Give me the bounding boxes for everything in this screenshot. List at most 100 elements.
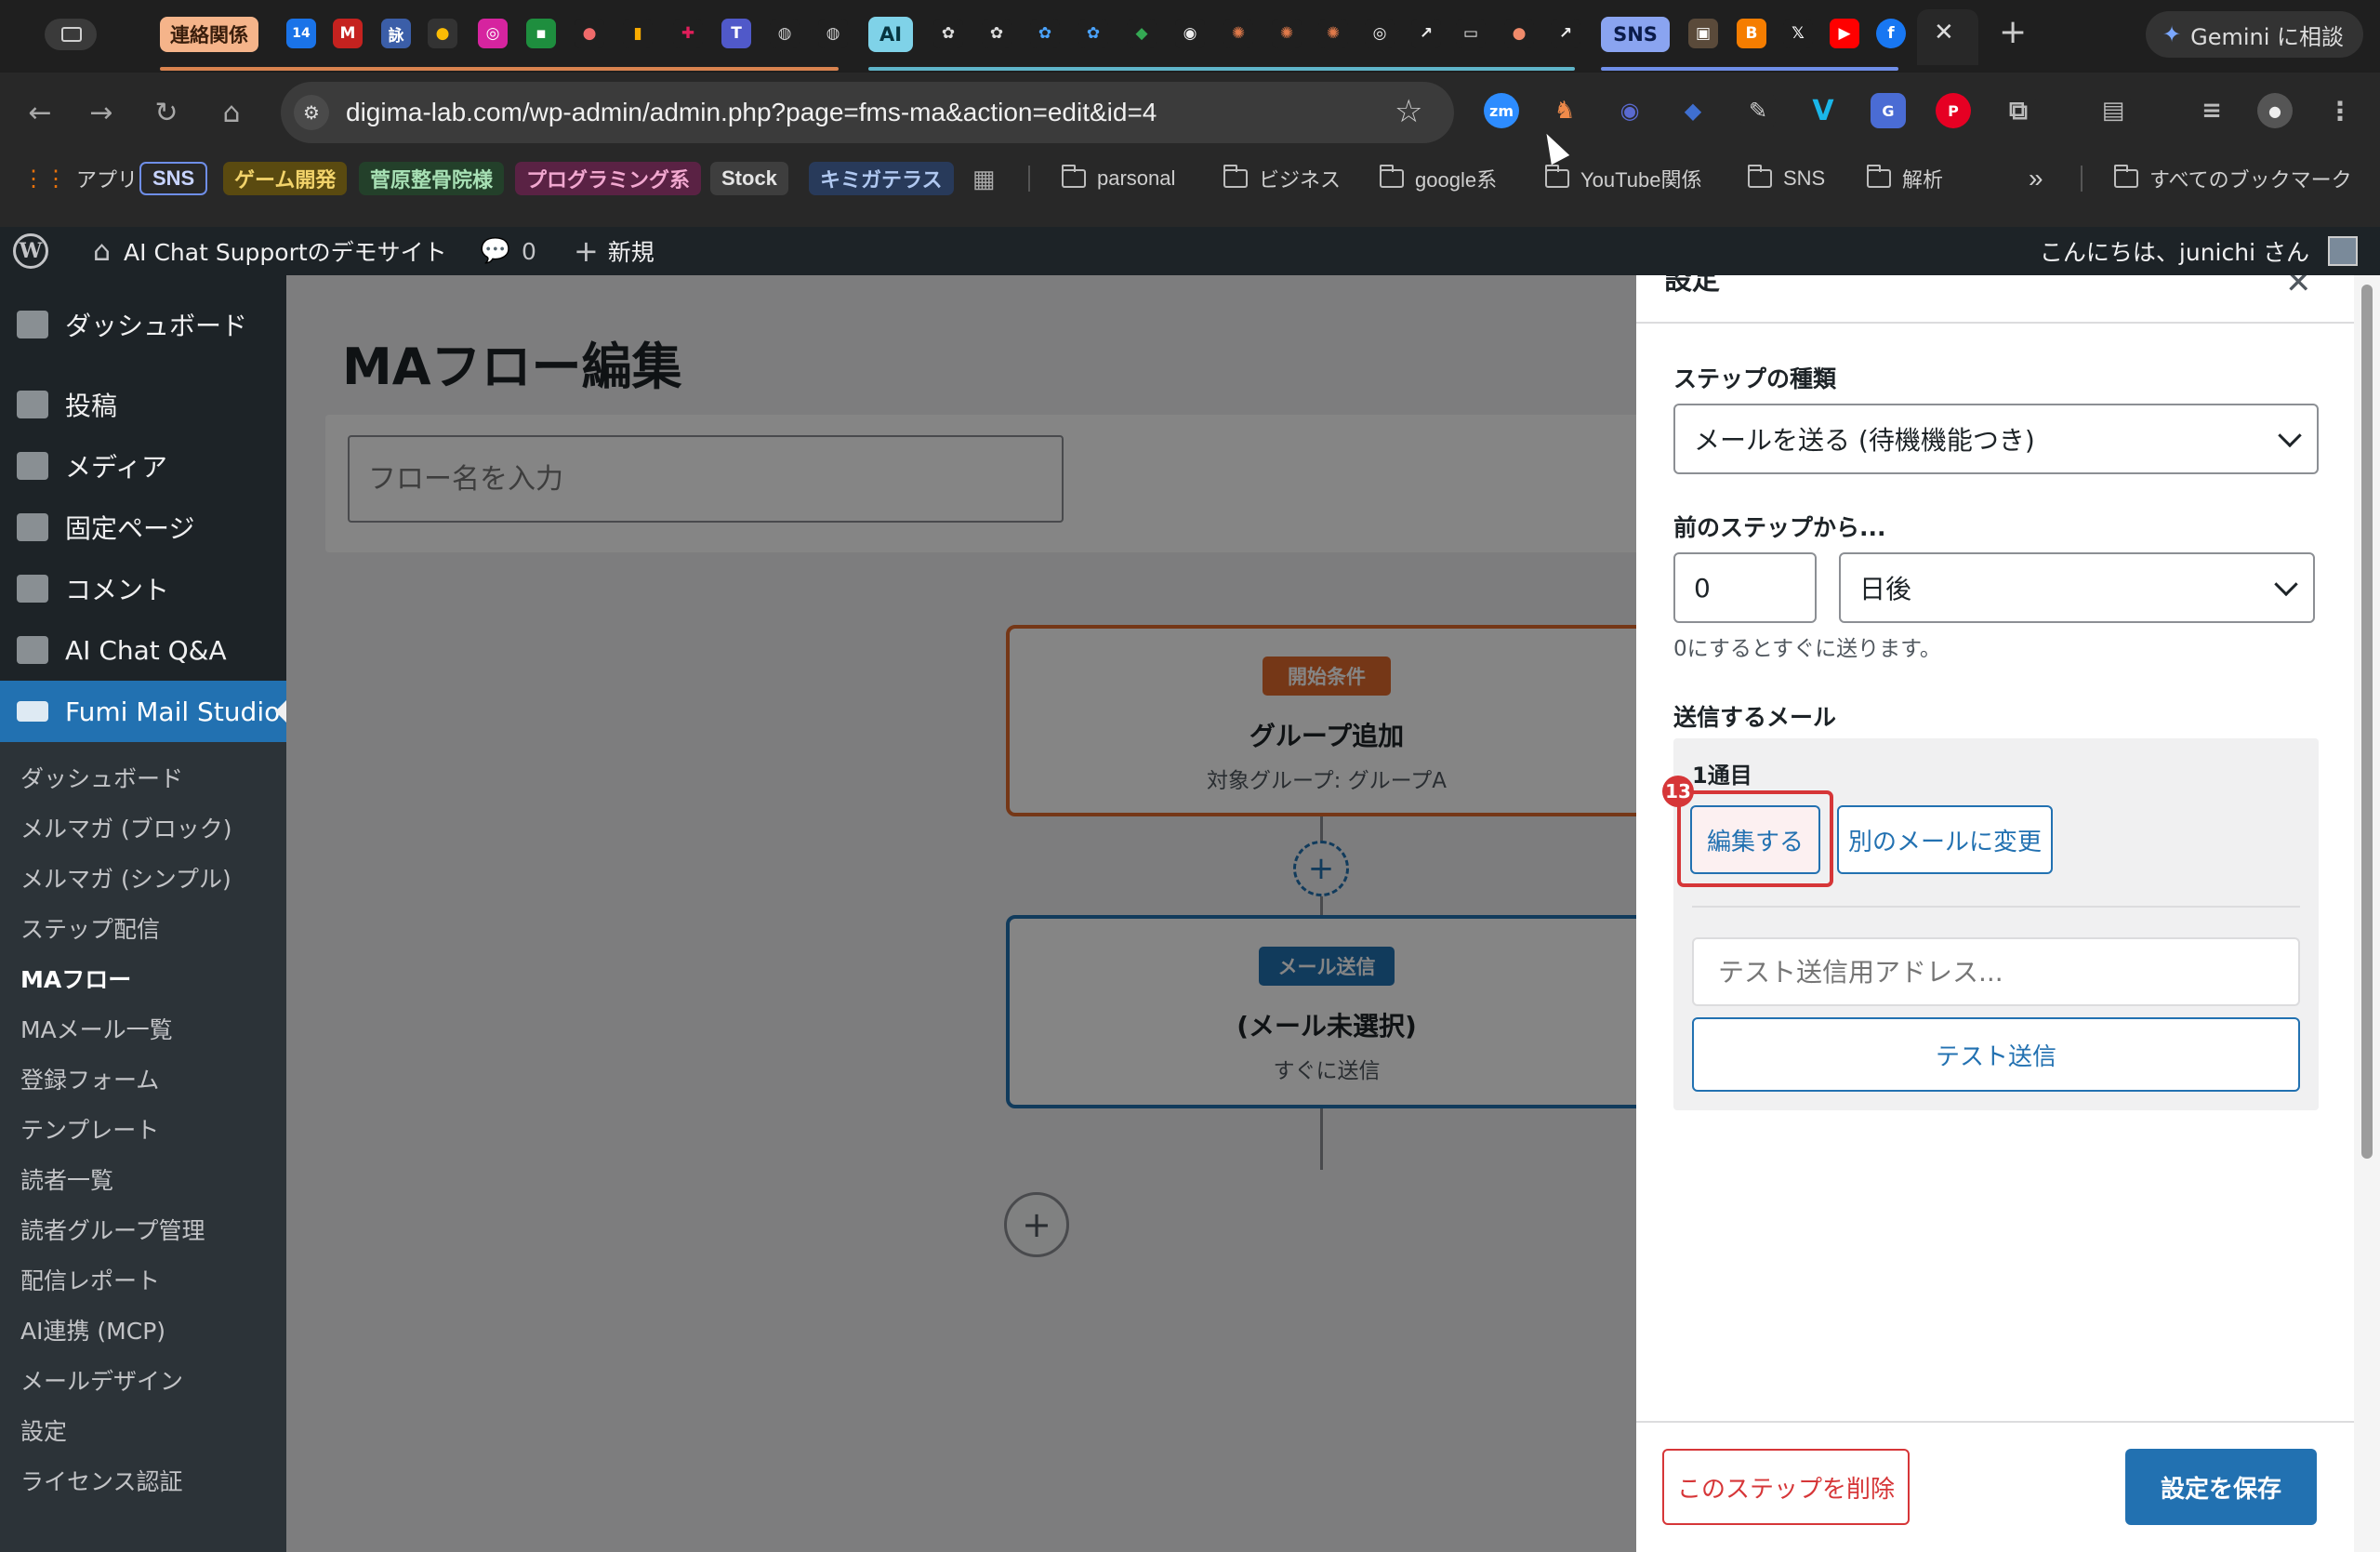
bookmark-folder-sns[interactable]: SNS: [1748, 162, 1825, 195]
pen-extension-icon[interactable]: ✎: [1740, 93, 1776, 128]
wordpress-logo-icon[interactable]: W: [13, 233, 48, 269]
app-tab-icon[interactable]: 詠: [381, 19, 411, 48]
delete-step-button[interactable]: このステップを削除: [1662, 1449, 1910, 1525]
bookmark-folder-analytics[interactable]: 解析: [1867, 162, 1943, 195]
delay-number-input[interactable]: 0: [1673, 552, 1817, 623]
test-address-input[interactable]: [1692, 937, 2300, 1006]
zoom-extension-icon[interactable]: zm: [1484, 93, 1519, 128]
new-content-link[interactable]: 新規: [608, 234, 654, 268]
claude-tab-icon[interactable]: ✺: [1223, 19, 1253, 48]
greeting[interactable]: こんにちは、junichi さん: [2040, 234, 2309, 268]
sidebar-item-ai-chat[interactable]: AI Chat Q&A: [0, 619, 286, 681]
bookmark-folder-google[interactable]: google系: [1380, 162, 1497, 195]
submenu-signup-forms[interactable]: 登録フォーム: [20, 1062, 159, 1095]
bookmark-chip-programming[interactable]: プログラミング系: [515, 162, 702, 195]
apps-bookmark[interactable]: ⋮⋮ アプリ: [22, 162, 138, 195]
panel-scrollbar[interactable]: [2354, 275, 2380, 1552]
tab-group-ai[interactable]: AI: [868, 17, 913, 52]
bookmark-chip-game[interactable]: ゲーム開発: [223, 162, 348, 195]
forward-icon[interactable]: →: [82, 93, 121, 132]
bookmarks-overflow-icon[interactable]: »: [2029, 162, 2043, 195]
photo-tab-icon[interactable]: ▣: [1688, 19, 1718, 48]
globe-tab-icon[interactable]: ◍: [770, 19, 800, 48]
blogger-tab-icon[interactable]: B: [1737, 19, 1766, 48]
submenu-reports[interactable]: 配信レポート: [20, 1263, 160, 1296]
bookmark-chip-clinic[interactable]: 菅原整骨院様: [359, 162, 505, 195]
photos-tab-icon[interactable]: ●: [428, 19, 457, 48]
chat-tab-icon[interactable]: ▪: [526, 19, 556, 48]
bookmark-folder-business[interactable]: ビジネス: [1223, 162, 1341, 195]
orange-tab-icon[interactable]: ●: [1504, 19, 1534, 48]
slack-tab-icon[interactable]: ✚: [673, 19, 703, 48]
window-toggle-icon[interactable]: [45, 19, 97, 50]
new-tab-button[interactable]: +: [1999, 13, 2027, 51]
bookmark-star-icon[interactable]: ☆: [1395, 93, 1422, 130]
submenu-step-delivery[interactable]: ステップ配信: [20, 911, 160, 945]
site-settings-icon[interactable]: ⚙: [294, 95, 329, 130]
calendar-tab-icon[interactable]: 14: [286, 19, 316, 48]
tag-extension-icon[interactable]: ◆: [1675, 93, 1711, 128]
home-site-icon[interactable]: ⌂: [93, 235, 111, 268]
edit-mail-button[interactable]: 編集する: [1690, 805, 1820, 874]
submenu-subscriber-groups[interactable]: 読者グループ管理: [20, 1213, 205, 1246]
comments-icon[interactable]: 💬: [481, 237, 510, 265]
translate-extension-icon[interactable]: G: [1871, 93, 1906, 128]
back-icon[interactable]: ←: [20, 93, 60, 132]
submenu-subscribers[interactable]: 読者一覧: [20, 1162, 113, 1196]
analytics-tab-icon[interactable]: ▮: [623, 19, 653, 48]
external-tab-icon[interactable]: ↗: [1411, 19, 1441, 48]
youtube-tab-icon[interactable]: ▶: [1830, 19, 1859, 48]
submenu-dashboard[interactable]: ダッシュボード: [20, 761, 183, 794]
bookmark-chip-sns[interactable]: SNS: [139, 162, 208, 195]
gemini-tab-icon[interactable]: ◆: [1127, 19, 1157, 48]
delay-unit-select[interactable]: 日後: [1839, 552, 2315, 623]
v-extension-icon[interactable]: V: [1805, 93, 1841, 128]
facebook-tab-icon[interactable]: f: [1876, 19, 1906, 48]
reading-mode-icon[interactable]: ▤: [2096, 93, 2131, 128]
x-tab-icon[interactable]: 𝕏: [1783, 19, 1813, 48]
extensions-puzzle-icon[interactable]: ⧉: [2001, 93, 2036, 128]
perplexity-tab-icon[interactable]: ◉: [1175, 19, 1205, 48]
submenu-newsletter-simple[interactable]: メルマガ (シンプル): [20, 861, 231, 895]
sidebar-item-posts[interactable]: 投稿: [0, 374, 286, 435]
gmail-tab-icon[interactable]: M: [333, 19, 363, 48]
sidebar-item-media[interactable]: メディア: [0, 435, 286, 497]
address-bar[interactable]: ⚙ digima-lab.com/wp-admin/admin.php?page…: [281, 82, 1454, 143]
submenu-ai-mcp[interactable]: AI連携 (MCP): [20, 1313, 165, 1346]
home-icon[interactable]: ⌂: [212, 93, 251, 132]
threads-tab-icon[interactable]: ◎: [1365, 19, 1395, 48]
reload-icon[interactable]: ↻: [147, 93, 186, 132]
submenu-license[interactable]: ライセンス認証: [20, 1464, 183, 1497]
step-type-select[interactable]: メールを送る (待機機能つき): [1673, 404, 2319, 474]
external-tab-icon-2[interactable]: ↗: [1551, 19, 1580, 48]
asana-tab-icon[interactable]: ●: [575, 19, 604, 48]
chatgpt-tab-icon[interactable]: ✿: [933, 19, 963, 48]
instagram-tab-icon[interactable]: ◎: [478, 19, 508, 48]
user-avatar[interactable]: [2328, 236, 2358, 266]
sidebar-item-pages[interactable]: 固定ページ: [0, 497, 286, 558]
save-settings-button[interactable]: 設定を保存: [2125, 1449, 2317, 1525]
fox-extension-icon[interactable]: ♞: [1547, 93, 1582, 128]
site-name-link[interactable]: AI Chat Supportのデモサイト: [124, 234, 447, 268]
test-send-button[interactable]: テスト送信: [1692, 1017, 2300, 1092]
change-mail-button[interactable]: 別のメールに変更: [1837, 805, 2053, 874]
sidebar-item-comments[interactable]: コメント: [0, 558, 286, 619]
teams-tab-icon[interactable]: T: [721, 19, 751, 48]
media-control-icon[interactable]: ≡: [2194, 93, 2229, 128]
claude-tab-icon-2[interactable]: ✺: [1272, 19, 1302, 48]
panel-close-icon[interactable]: ✕: [2285, 275, 2312, 301]
chatgpt-tab-icon-2[interactable]: ✿: [982, 19, 1012, 48]
submenu-mail-design[interactable]: メールデザイン: [20, 1363, 183, 1397]
modal-backdrop[interactable]: [286, 275, 1636, 1552]
gemini-button[interactable]: ✦ Gemini に相談: [2146, 11, 2363, 58]
openai-tab-icon-2[interactable]: ✿: [1078, 19, 1108, 48]
bookmark-folder-youtube[interactable]: YouTube関係: [1545, 162, 1701, 195]
claude-tab-icon-3[interactable]: ✺: [1318, 19, 1348, 48]
pinterest-extension-icon[interactable]: P: [1936, 93, 1971, 128]
submenu-ma-flow[interactable]: MAフロー: [20, 962, 131, 995]
submenu-newsletter-block[interactable]: メルマガ (ブロック): [20, 811, 231, 844]
browser-menu-icon[interactable]: ⋮: [2322, 93, 2358, 128]
profile-avatar[interactable]: ●: [2257, 93, 2293, 128]
new-plus-icon[interactable]: +: [574, 233, 599, 269]
comments-count[interactable]: 0: [522, 238, 536, 265]
